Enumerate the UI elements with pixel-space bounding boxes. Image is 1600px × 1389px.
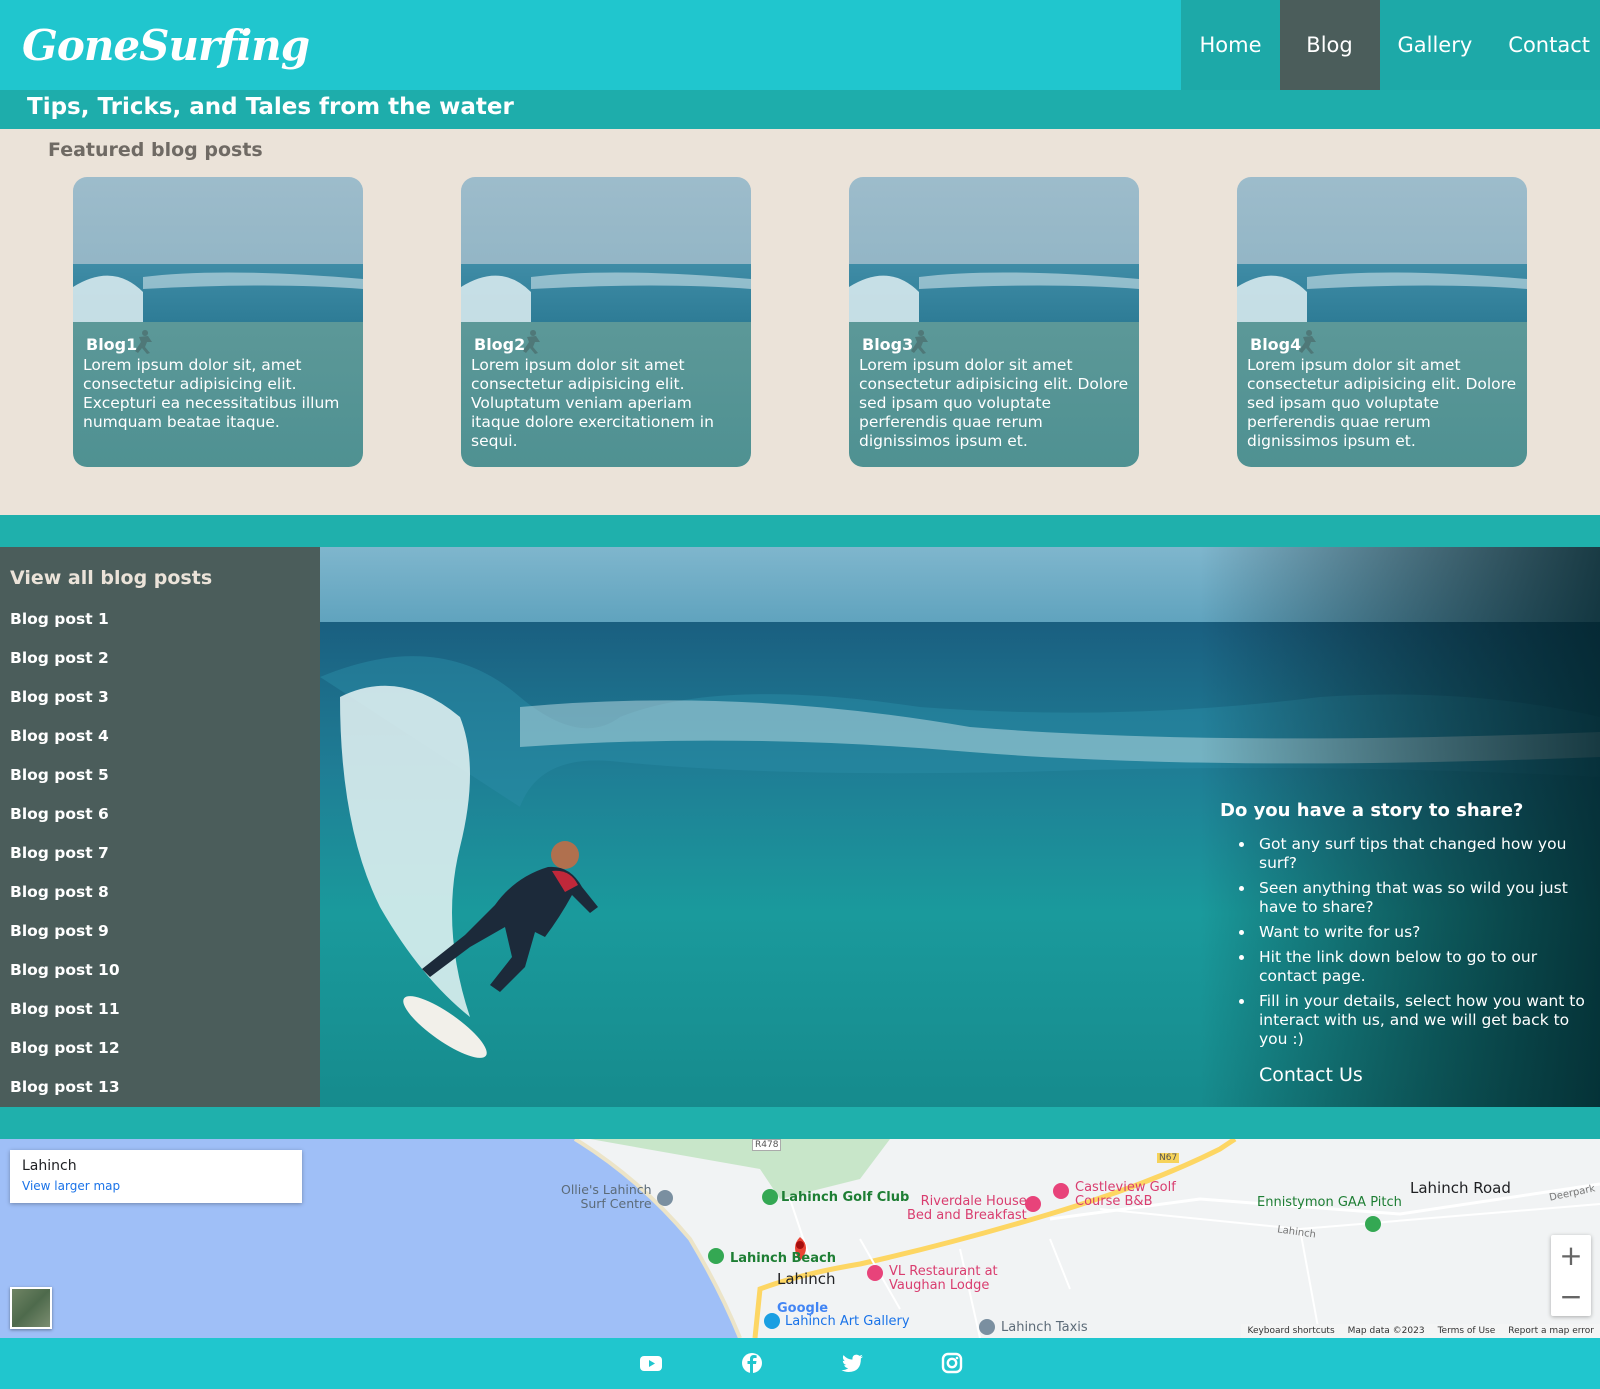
surfer-icon <box>523 330 540 354</box>
card-title: Blog4 <box>1250 335 1302 354</box>
card-text: Lorem ipsum dolor sit, amet consectetur … <box>83 356 340 431</box>
svg-text:GoneSurfing: GoneSurfing <box>22 21 309 70</box>
map-footer: Keyboard shortcuts Map data ©2023 Terms … <box>1241 1324 1600 1338</box>
blog-card-4[interactable]: Blog4 Lorem ipsum dolor sit amet consect… <box>1237 177 1527 467</box>
sidebar-item-blog-post-1[interactable]: Blog post 1 <box>10 610 109 628</box>
card-title: Blog2 <box>474 335 526 354</box>
site-logo[interactable]: GoneSurfing <box>22 10 342 80</box>
map-label-ennistymon[interactable]: Ennistymon GAA Pitch <box>1257 1195 1402 1210</box>
blog-card-3[interactable]: Blog3 Lorem ipsum dolor sit amet consect… <box>849 177 1139 467</box>
divider-band <box>0 1107 1600 1139</box>
map-label-taxis[interactable]: Lahinch Taxis <box>1001 1320 1088 1335</box>
hero-section: Do you have a story to share? Got any su… <box>320 547 1600 1107</box>
sidebar-item-blog-post-4[interactable]: Blog post 4 <box>10 727 109 745</box>
map-label-lahinch-town[interactable]: Lahinch <box>777 1270 835 1288</box>
tagline: Tips, Tricks, and Tales from the water <box>27 94 514 120</box>
wave-image <box>461 272 751 322</box>
blog-card-1[interactable]: Blog1 Lorem ipsum dolor sit, amet consec… <box>73 177 363 467</box>
card-text: Lorem ipsum dolor sit amet consectetur a… <box>471 356 714 450</box>
story-item: Got any surf tips that changed how you s… <box>1255 835 1590 873</box>
nav-home[interactable]: Home <box>1181 0 1279 90</box>
sidebar-item-blog-post-7[interactable]: Blog post 7 <box>10 844 109 862</box>
map-label-vl-restaurant[interactable]: VL Restaurant at Vaughan Lodge <box>889 1265 998 1293</box>
map-data-text: Map data ©2023 <box>1347 1326 1425 1336</box>
nav-gallery[interactable]: Gallery <box>1380 0 1491 90</box>
keyboard-shortcuts-link[interactable]: Keyboard shortcuts <box>1247 1326 1334 1336</box>
nav-contact[interactable]: Contact <box>1490 0 1600 90</box>
sidebar-item-blog-post-12[interactable]: Blog post 12 <box>10 1039 120 1057</box>
story-item: Seen anything that was so wild you just … <box>1255 879 1590 917</box>
zoom-in-button[interactable]: + <box>1551 1235 1591 1275</box>
nav-blog[interactable]: Blog <box>1279 0 1380 90</box>
map-place-card: Lahinch View larger map <box>10 1150 302 1203</box>
map-label-golf-club[interactable]: Lahinch Golf Club <box>781 1190 909 1205</box>
map-label-lahinch-road[interactable]: Lahinch Road <box>1410 1179 1511 1197</box>
contact-us-link[interactable]: Contact Us <box>1259 1064 1363 1086</box>
map-label-lahinch-beach[interactable]: Lahinch Beach <box>730 1251 836 1266</box>
main-nav: Home Blog Gallery Contact <box>1181 0 1600 90</box>
card-text: Lorem ipsum dolor sit amet consectetur a… <box>859 356 1129 450</box>
sidebar-item-blog-post-10[interactable]: Blog post 10 <box>10 961 120 979</box>
sidebar-item-blog-post-8[interactable]: Blog post 8 <box>10 883 109 901</box>
twitter-icon[interactable] <box>840 1352 864 1374</box>
blog-sidebar: View all blog posts Blog post 1 Blog pos… <box>0 547 320 1107</box>
divider-band <box>0 515 1600 547</box>
tagline-bar: Tips, Tricks, and Tales from the water <box>0 90 1600 129</box>
map-place-title: Lahinch <box>22 1158 77 1174</box>
sidebar-title: View all blog posts <box>10 567 213 589</box>
embedded-map[interactable]: Ollie's Lahinch Surf Centre Lahinch Golf… <box>0 1139 1600 1338</box>
surfer-icon <box>911 330 928 354</box>
card-text: Lorem ipsum dolor sit amet consectetur a… <box>1247 356 1517 450</box>
wave-image <box>849 272 1139 322</box>
surfer-icon <box>135 330 152 354</box>
story-list: Got any surf tips that changed how you s… <box>1255 835 1590 1055</box>
wave-image <box>73 272 363 322</box>
zoom-controls: + − <box>1551 1235 1591 1316</box>
zoom-out-button[interactable]: − <box>1551 1276 1591 1316</box>
map-label-castleview[interactable]: Castleview Golf Course B&B <box>1075 1181 1176 1209</box>
wave-image <box>1237 272 1527 322</box>
instagram-icon[interactable] <box>940 1352 964 1374</box>
map-label-ollies[interactable]: Ollie's Lahinch Surf Centre <box>561 1183 652 1211</box>
site-header: GoneSurfing Home Blog Gallery Contact <box>0 0 1600 90</box>
sidebar-item-blog-post-13[interactable]: Blog post 13 <box>10 1078 120 1096</box>
blog-card-2[interactable]: Blog2 Lorem ipsum dolor sit amet consect… <box>461 177 751 467</box>
story-item: Hit the link down below to go to our con… <box>1255 948 1590 986</box>
card-title: Blog3 <box>862 335 914 354</box>
story-item: Fill in your details, select how you wan… <box>1255 992 1590 1049</box>
sidebar-item-blog-post-3[interactable]: Blog post 3 <box>10 688 109 706</box>
story-item: Want to write for us? <box>1255 923 1590 942</box>
map-label-riverdale[interactable]: Riverdale House Bed and Breakfast <box>907 1195 1027 1223</box>
satellite-toggle[interactable] <box>10 1287 52 1329</box>
sidebar-item-blog-post-11[interactable]: Blog post 11 <box>10 1000 120 1018</box>
report-error-link[interactable]: Report a map error <box>1508 1326 1594 1336</box>
featured-title: Featured blog posts <box>48 139 263 161</box>
sidebar-item-blog-post-5[interactable]: Blog post 5 <box>10 766 109 784</box>
sidebar-item-blog-post-2[interactable]: Blog post 2 <box>10 649 109 667</box>
facebook-icon[interactable] <box>740 1352 764 1374</box>
sidebar-item-blog-post-6[interactable]: Blog post 6 <box>10 805 109 823</box>
map-road-n67: N67 <box>1157 1153 1180 1163</box>
map-label-art-gallery[interactable]: Lahinch Art Gallery <box>785 1314 910 1329</box>
card-title: Blog1 <box>86 335 138 354</box>
youtube-icon[interactable] <box>639 1352 663 1374</box>
featured-section: Featured blog posts Blog1 Lorem ipsum do… <box>0 129 1600 515</box>
story-title: Do you have a story to share? <box>1220 800 1524 821</box>
surfer-icon <box>1299 330 1316 354</box>
google-logo: Google <box>777 1301 829 1316</box>
sidebar-item-blog-post-9[interactable]: Blog post 9 <box>10 922 109 940</box>
map-road-r478: R478 <box>752 1139 782 1151</box>
terms-link[interactable]: Terms of Use <box>1438 1326 1496 1336</box>
site-footer <box>0 1338 1600 1389</box>
view-larger-map-link[interactable]: View larger map <box>22 1179 120 1193</box>
